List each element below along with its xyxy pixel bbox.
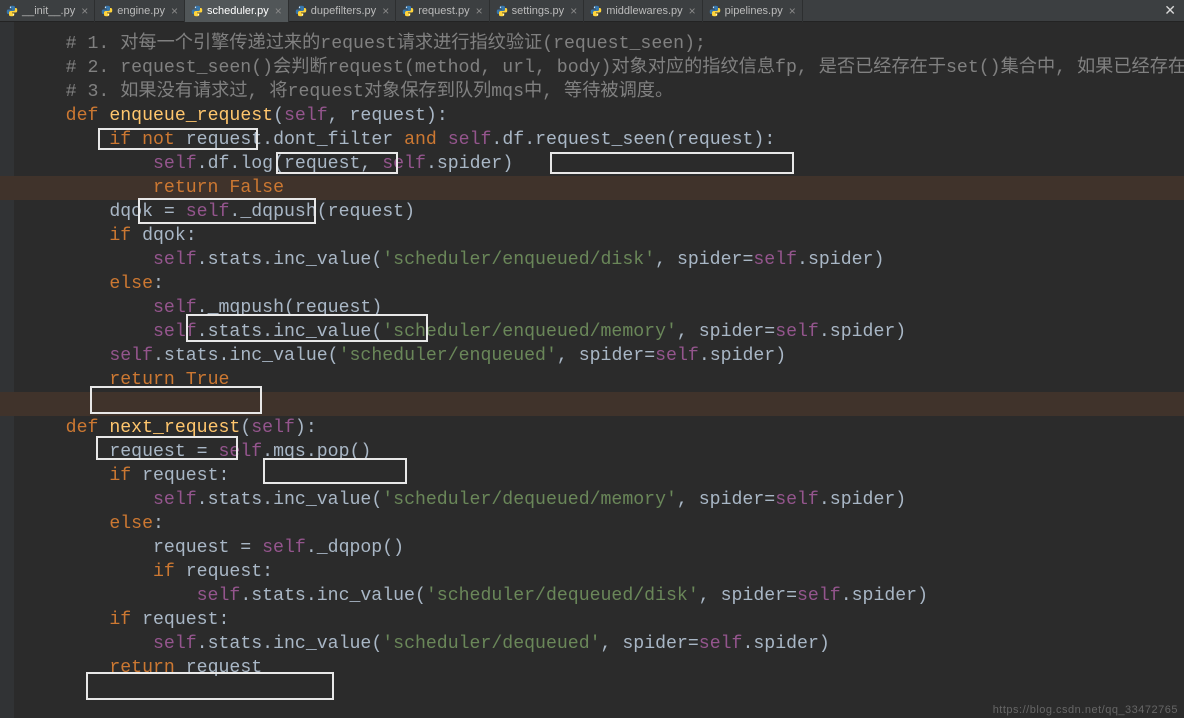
python-icon (295, 5, 307, 17)
tab-dupefilters[interactable]: dupefilters.py × (289, 0, 396, 22)
tab-pipelines[interactable]: pipelines.py × (703, 0, 803, 22)
close-icon[interactable]: × (476, 5, 483, 17)
comment-line: # 3. 如果没有请求过, 将request对象保存到队列mqs中, 等待被调度… (22, 82, 673, 102)
close-icon[interactable]: × (81, 5, 88, 17)
source-code[interactable]: # 1. 对每一个引擎传递过来的request请求进行指纹验证(request_… (22, 32, 1184, 680)
tab-scheduler[interactable]: scheduler.py × (185, 0, 289, 22)
close-icon[interactable]: × (275, 5, 282, 17)
gutter (0, 22, 14, 718)
tab-label: request.py (418, 5, 469, 17)
tab-settings[interactable]: settings.py × (490, 0, 585, 22)
tab-bar: __init__.py × engine.py × scheduler.py × du… (0, 0, 1184, 22)
tab-label: pipelines.py (725, 5, 783, 17)
close-icon[interactable]: × (171, 5, 178, 17)
python-icon (590, 5, 602, 17)
python-icon (6, 5, 18, 17)
close-icon[interactable]: × (789, 5, 796, 17)
tab-engine[interactable]: engine.py × (95, 0, 185, 22)
python-icon (101, 5, 113, 17)
tab-label: dupefilters.py (311, 5, 376, 17)
python-icon (402, 5, 414, 17)
tab-label: engine.py (117, 5, 165, 17)
close-icon[interactable]: × (570, 5, 577, 17)
watermark: https://blog.csdn.net/qq_33472765 (993, 704, 1178, 716)
tab-label: middlewares.py (606, 5, 682, 17)
panel-close-icon[interactable]: ✕ (1156, 2, 1184, 19)
close-icon[interactable]: × (689, 5, 696, 17)
comment-line: # 2. request_seen()会判断request(method, ur… (22, 58, 1184, 78)
tab-init[interactable]: __init__.py × (0, 0, 95, 22)
tab-request[interactable]: request.py × (396, 0, 489, 22)
python-icon (709, 5, 721, 17)
tab-label: __init__.py (22, 5, 75, 17)
tab-label: settings.py (512, 5, 565, 17)
code-editor[interactable]: # 1. 对每一个引擎传递过来的request请求进行指纹验证(request_… (0, 22, 1184, 718)
tab-middlewares[interactable]: middlewares.py × (584, 0, 702, 22)
close-icon[interactable]: × (382, 5, 389, 17)
comment-line: # 1. 对每一个引擎传递过来的request请求进行指纹验证(request_… (22, 34, 706, 54)
python-icon (496, 5, 508, 17)
python-icon (191, 5, 203, 17)
tab-label: scheduler.py (207, 5, 269, 17)
